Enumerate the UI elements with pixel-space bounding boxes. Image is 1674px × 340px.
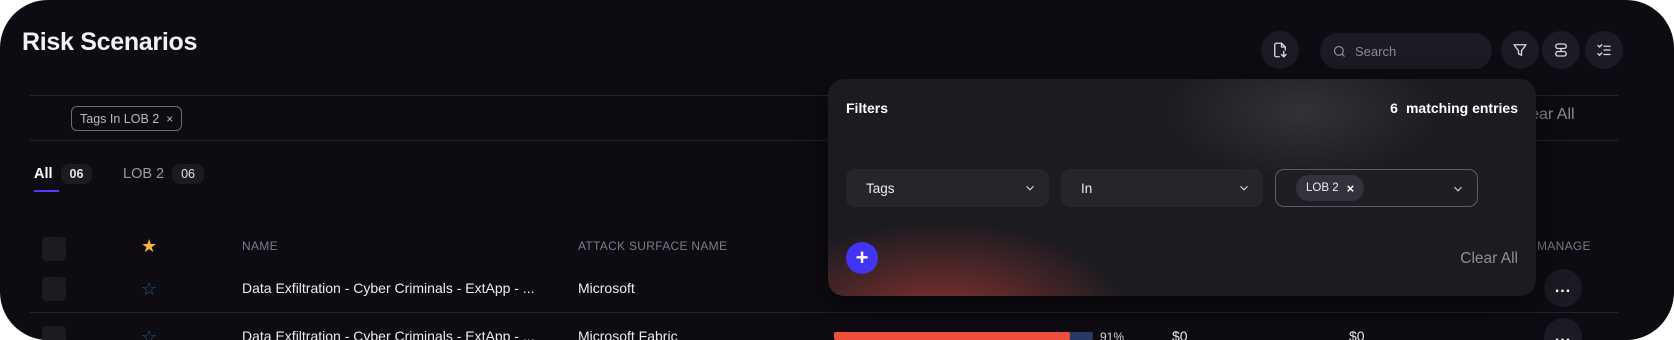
app-frame: Risk Scenarios Tags In LOB 2 × Clear All (0, 0, 1674, 340)
page-title: Risk Scenarios (22, 28, 198, 56)
filter-operator-value: In (1081, 180, 1093, 196)
filter-button[interactable] (1501, 31, 1539, 69)
chevron-down-icon (1237, 181, 1251, 195)
row-attack-surface: Microsoft Fabric (578, 328, 678, 340)
clear-all-filters-button[interactable]: Clear All (1460, 250, 1518, 268)
more-options-button[interactable]: ... (1544, 318, 1582, 340)
export-button[interactable] (1261, 31, 1299, 69)
filter-field-value: Tags (866, 180, 895, 196)
select-all-checkbox[interactable] (42, 237, 66, 261)
stack-icon (1552, 41, 1570, 59)
filter-icon (1511, 41, 1529, 59)
risk-progress-fill (834, 332, 1070, 340)
active-tab-indicator (34, 190, 59, 192)
star-filled-icon[interactable]: ★ (141, 237, 157, 255)
tab-label: LOB 2 (123, 166, 165, 182)
match-label: matching entries (1405, 100, 1518, 116)
row-value-b: $0 (1349, 328, 1365, 340)
checklist-icon (1595, 41, 1613, 59)
file-download-icon (1271, 41, 1289, 59)
filter-value-select[interactable]: LOB 2 × (1275, 169, 1478, 207)
filter-field-select[interactable]: Tags (846, 169, 1049, 207)
add-filter-button[interactable]: + (846, 242, 878, 274)
filter-value-chip-label: LOB 2 (1306, 182, 1339, 194)
close-icon[interactable]: × (166, 112, 173, 126)
search-icon (1332, 44, 1347, 59)
row-name[interactable]: Data Exfiltration - Cyber Criminals - Ex… (242, 328, 535, 340)
columns-button[interactable] (1585, 31, 1623, 69)
match-count: 6 (1390, 100, 1398, 116)
tab-count-badge: 06 (60, 164, 93, 184)
filter-value-chip: LOB 2 × (1296, 175, 1365, 201)
tab-count-badge: 06 (172, 164, 205, 184)
filter-operator-select[interactable]: In (1061, 169, 1263, 207)
risk-progress-bar (834, 332, 1093, 340)
group-button[interactable] (1542, 31, 1580, 69)
star-outline-icon[interactable]: ☆ (141, 280, 157, 298)
more-options-button[interactable]: ... (1544, 269, 1582, 307)
close-icon[interactable]: × (1347, 181, 1355, 196)
row-attack-surface: Microsoft (578, 280, 635, 296)
column-header-attack-surface[interactable]: ATTACK SURFACE NAME (578, 239, 727, 253)
row-checkbox[interactable] (42, 277, 66, 301)
row-name[interactable]: Data Exfiltration - Cyber Criminals - Ex… (242, 280, 535, 296)
tab-all[interactable]: All 06 (34, 164, 93, 184)
filter-chip-label: Tags In LOB 2 (80, 111, 160, 126)
column-header-name[interactable]: NAME (242, 239, 278, 253)
row-value-a: $0 (1172, 328, 1188, 340)
chevron-down-icon (1451, 182, 1465, 196)
filters-title: Filters (846, 100, 889, 116)
column-header-manage: MANAGE (1537, 239, 1591, 253)
tab-label: All (34, 166, 53, 182)
tab-lob-2[interactable]: LOB 2 06 (123, 164, 205, 184)
row-checkbox[interactable] (42, 326, 66, 340)
row-divider (30, 312, 1618, 313)
risk-progress-label: 91% (1100, 330, 1125, 340)
search-box[interactable] (1320, 33, 1492, 69)
search-input[interactable] (1355, 43, 1485, 59)
star-outline-icon[interactable]: ☆ (141, 328, 157, 340)
filters-panel: Filters 6 matching entries Tags In LOB 2 … (828, 79, 1536, 296)
matching-entries: 6 matching entries (1390, 100, 1518, 116)
active-filter-chip[interactable]: Tags In LOB 2 × (71, 106, 183, 131)
chevron-down-icon (1023, 181, 1037, 195)
